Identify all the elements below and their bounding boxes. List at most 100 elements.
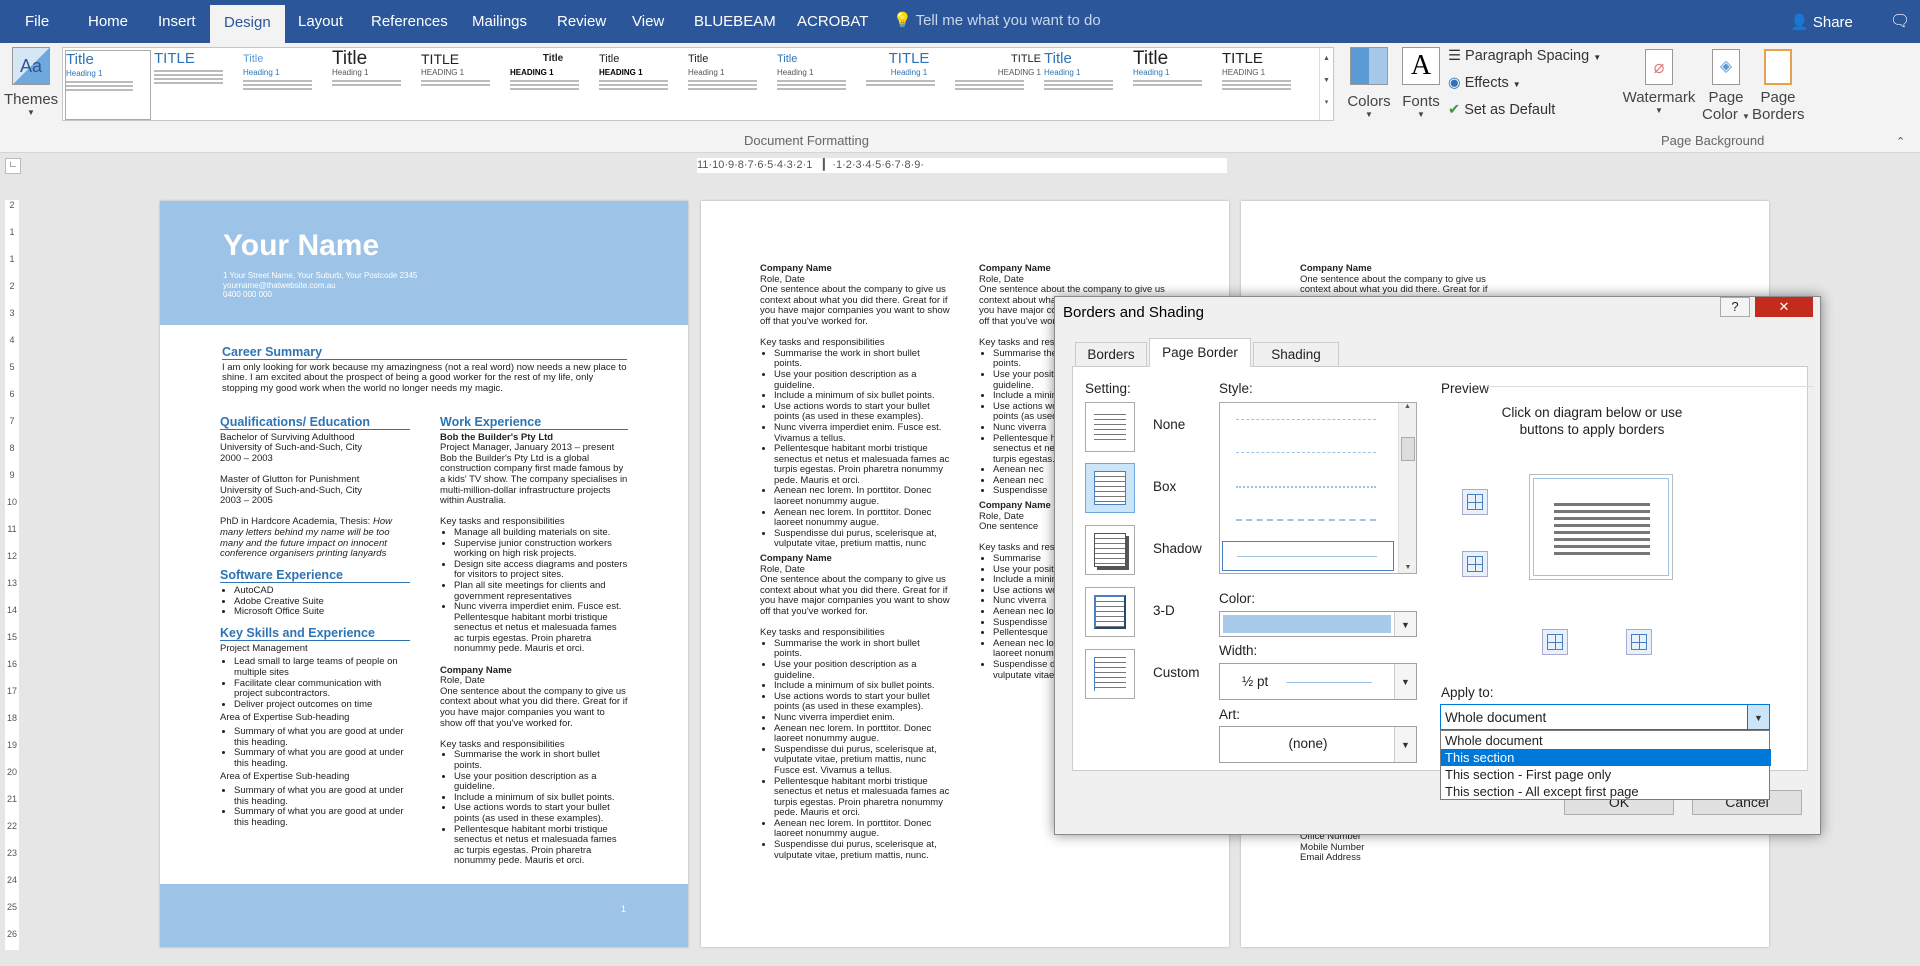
page-borders-button[interactable]: Page Borders: [1752, 43, 1805, 123]
colors-button[interactable]: Colors ▼: [1346, 43, 1392, 119]
style-option-dash-dot[interactable]: [1236, 519, 1376, 521]
tab-borders[interactable]: Borders: [1075, 342, 1147, 366]
vertical-ruler[interactable]: 2 1 1 2 3 4 5 6 7 8 9 10 11 12 13 14 15 16 17 18 19 20 21 22 23 2…: [5, 200, 19, 950]
right-border-button[interactable]: [1626, 629, 1652, 655]
setting-custom-icon[interactable]: [1085, 649, 1135, 699]
tab-file[interactable]: File: [25, 13, 49, 30]
page-number: 1: [621, 904, 627, 914]
lightbulb-icon: 💡: [893, 12, 912, 29]
tab-shading[interactable]: Shading: [1253, 342, 1339, 366]
art-label: Art:: [1219, 707, 1241, 722]
chevron-down-icon[interactable]: ▼: [1394, 612, 1416, 636]
style-set-6[interactable]: Title HEADING 1: [510, 50, 596, 120]
preview-diagram[interactable]: [1529, 474, 1673, 580]
style-set-10[interactable]: TITLE Heading 1: [866, 50, 952, 120]
ruler-tick: 26: [6, 929, 17, 939]
tab-view[interactable]: View: [632, 13, 664, 30]
left-border-button[interactable]: [1542, 629, 1568, 655]
style-set-2[interactable]: TITLE: [154, 50, 240, 120]
bottom-border-button[interactable]: [1462, 551, 1488, 577]
chevron-down-icon[interactable]: ▼: [1394, 727, 1416, 762]
setting-shadow-icon[interactable]: [1085, 525, 1135, 575]
qual-line: Master of Glutton for Punishment: [220, 473, 360, 485]
style-set-14[interactable]: TITLE HEADING 1: [1222, 50, 1308, 120]
tab-review[interactable]: Review: [557, 13, 606, 30]
style-set-12[interactable]: Title Heading 1: [1044, 50, 1130, 120]
top-border-button[interactable]: [1462, 489, 1488, 515]
style-option-dot[interactable]: [1236, 486, 1376, 488]
paragraph-spacing-button[interactable]: ☰ Paragraph Spacing ▼: [1448, 48, 1601, 64]
tell-me-box[interactable]: 💡 Tell me what you want to do: [893, 11, 1101, 29]
tab-mailings[interactable]: Mailings: [472, 13, 527, 30]
page-1[interactable]: Your Name 1 Your Street Name, Your Subur…: [160, 201, 688, 947]
task-list: Summarise the work in short bullet point…: [760, 638, 950, 861]
page2-column-1: Company Name Role, Date One sentence abo…: [760, 263, 950, 861]
setting-box-label[interactable]: Box: [1153, 479, 1176, 494]
themes-button[interactable]: Aa Themes ▼: [4, 43, 58, 117]
apply-option-except-first[interactable]: This section - All except first page: [1441, 783, 1771, 800]
setting-3d-icon[interactable]: [1085, 587, 1135, 637]
style-set-7[interactable]: Title HEADING 1: [599, 50, 685, 120]
apply-option-first-page[interactable]: This section - First page only: [1441, 766, 1771, 783]
work-description: Bob the Builder's Pty Ltd is a global co…: [440, 452, 628, 507]
tab-bluebeam[interactable]: BLUEBEAM: [694, 13, 776, 30]
qual-phd: PhD in Hardcore Academia, Thesis: How ma…: [220, 516, 392, 560]
art-dropdown[interactable]: (none) ▼: [1219, 726, 1417, 763]
style-listbox[interactable]: ▲ ▼: [1219, 402, 1417, 574]
width-dropdown[interactable]: ½ pt ▼: [1219, 663, 1417, 700]
setting-custom-label[interactable]: Custom: [1153, 665, 1200, 680]
chevron-down-icon[interactable]: ▼: [1394, 664, 1416, 699]
style-option-dash[interactable]: [1236, 419, 1376, 420]
style-set-4[interactable]: Title Heading 1: [332, 50, 418, 120]
apply-option-whole-document[interactable]: Whole document: [1441, 732, 1771, 749]
ruler-tick: 25: [6, 902, 17, 912]
tab-acrobat[interactable]: ACROBAT: [797, 13, 868, 30]
comments-icon[interactable]: 🗨: [1890, 11, 1910, 31]
tab-home[interactable]: Home: [88, 13, 128, 30]
style-set-3[interactable]: Title Heading 1: [243, 50, 329, 120]
setting-none-label[interactable]: None: [1153, 417, 1185, 432]
style-set-5[interactable]: TITLE HEADING 1: [421, 50, 507, 120]
style-set-1[interactable]: Title Heading 1: [65, 50, 151, 120]
page-color-button[interactable]: ◈ Page Color ▼: [1702, 43, 1750, 123]
color-picker[interactable]: ▼: [1219, 611, 1417, 637]
close-icon: ✕: [1778, 299, 1790, 314]
scroll-thumb[interactable]: [1401, 437, 1415, 461]
collapse-ribbon-icon[interactable]: ⌃: [1896, 135, 1905, 148]
style-set-13[interactable]: Title Heading 1: [1133, 50, 1219, 120]
horizontal-ruler[interactable]: 11·10·9·8·7·6·5·4·3·2·1 ▕▏·1·2·3·4·5·6·7…: [697, 158, 1227, 173]
setting-3d-label[interactable]: 3-D: [1153, 603, 1175, 618]
gallery-scroll[interactable]: ▲ ▼ ▾: [1319, 48, 1333, 120]
help-button[interactable]: ?: [1720, 297, 1750, 317]
apply-to-list: Whole document This section This section…: [1440, 730, 1771, 800]
set-as-default-button[interactable]: ✔ Set as Default: [1448, 102, 1555, 118]
close-button[interactable]: ✕: [1755, 297, 1813, 317]
ruler-tick: 22: [6, 821, 17, 831]
scroll-up-icon[interactable]: ▲: [1399, 403, 1416, 410]
apply-option-this-section[interactable]: This section: [1441, 749, 1771, 766]
share-button[interactable]: 👤 Share: [1790, 13, 1853, 31]
tab-selector[interactable]: ∟: [5, 158, 21, 174]
style-set-8[interactable]: Title Heading 1: [688, 50, 774, 120]
scroll-down-icon[interactable]: ▼: [1399, 564, 1417, 571]
effects-button[interactable]: ◉ Effects ▼: [1448, 75, 1521, 91]
borders-shading-dialog: Borders and Shading ? ✕ Borders Page Bor…: [1054, 296, 1821, 835]
chevron-down-icon[interactable]: ▼: [1747, 705, 1769, 729]
tab-insert[interactable]: Insert: [158, 13, 196, 30]
apply-to-dropdown[interactable]: Whole document ▼: [1440, 704, 1770, 730]
tab-design[interactable]: Design: [210, 5, 285, 43]
tab-page-border[interactable]: Page Border: [1149, 338, 1251, 367]
setting-box-icon[interactable]: [1085, 463, 1135, 513]
ruler-tick: 20: [6, 767, 17, 777]
style-option-solid-selected[interactable]: [1222, 541, 1394, 571]
setting-shadow-label[interactable]: Shadow: [1153, 541, 1202, 556]
setting-none-icon[interactable]: [1085, 402, 1135, 452]
style-set-9[interactable]: Title Heading 1: [777, 50, 863, 120]
tab-references[interactable]: References: [371, 13, 448, 30]
style-scrollbar[interactable]: ▲ ▼: [1398, 403, 1416, 573]
tab-layout[interactable]: Layout: [298, 13, 343, 30]
style-set-11[interactable]: TITLE HEADING 1: [955, 50, 1041, 120]
fonts-button[interactable]: A Fonts ▼: [1398, 43, 1444, 119]
style-option-dash-long[interactable]: [1236, 452, 1376, 453]
watermark-button[interactable]: ⌀ Watermark ▼: [1622, 43, 1696, 115]
